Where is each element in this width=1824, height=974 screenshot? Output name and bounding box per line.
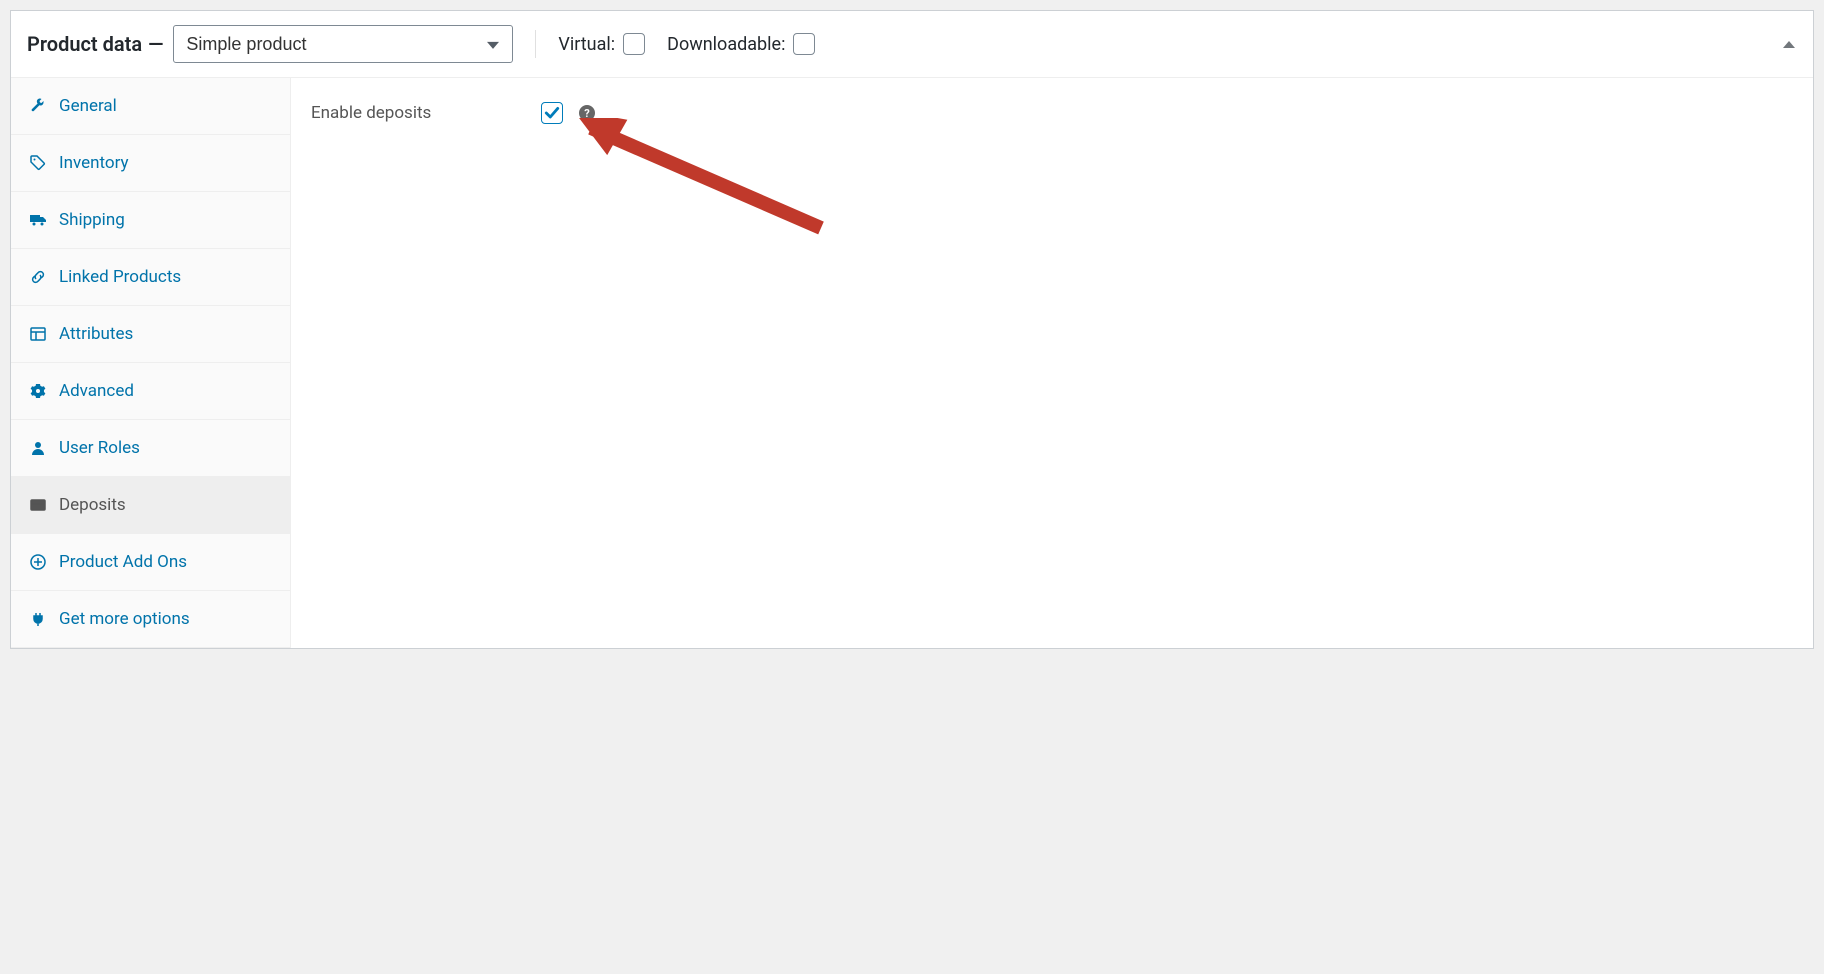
tab-get-more-options[interactable]: Get more options bbox=[11, 591, 290, 648]
downloadable-checkbox[interactable] bbox=[793, 33, 815, 55]
annotation-arrow bbox=[571, 118, 831, 268]
collapse-toggle[interactable] bbox=[1777, 32, 1801, 56]
downloadable-label: Downloadable: bbox=[667, 34, 785, 55]
tab-label: Inventory bbox=[59, 153, 129, 173]
tag-icon bbox=[29, 154, 47, 172]
plug-icon bbox=[29, 610, 47, 628]
truck-icon bbox=[29, 211, 47, 229]
enable-deposits-row: Enable deposits ? bbox=[311, 102, 1793, 124]
tab-label: Deposits bbox=[59, 495, 126, 515]
tab-inventory[interactable]: Inventory bbox=[11, 135, 290, 192]
tab-advanced[interactable]: Advanced bbox=[11, 363, 290, 420]
tab-user-roles[interactable]: User Roles bbox=[11, 420, 290, 477]
layout-icon bbox=[29, 325, 47, 343]
downloadable-group: Downloadable: bbox=[667, 33, 815, 55]
tab-product-add-ons[interactable]: Product Add Ons bbox=[11, 534, 290, 591]
virtual-checkbox[interactable] bbox=[623, 33, 645, 55]
tab-label: User Roles bbox=[59, 438, 140, 458]
tab-label: Shipping bbox=[59, 210, 125, 230]
enable-deposits-label: Enable deposits bbox=[311, 103, 531, 123]
product-type-select-wrap: Simple product bbox=[173, 25, 513, 63]
virtual-group: Virtual: bbox=[558, 33, 645, 55]
card-icon bbox=[29, 496, 47, 514]
tab-deposits[interactable]: Deposits bbox=[11, 477, 290, 534]
tab-label: Product Add Ons bbox=[59, 552, 187, 572]
link-icon bbox=[29, 268, 47, 286]
metabox-header: Product data — Simple product Virtual: D… bbox=[11, 11, 1813, 78]
header-divider bbox=[535, 30, 536, 58]
tab-label: Get more options bbox=[59, 609, 190, 629]
deposits-panel: Enable deposits ? bbox=[291, 78, 1813, 648]
user-icon bbox=[29, 439, 47, 457]
tab-label: Linked Products bbox=[59, 267, 181, 287]
metabox-title: Product data bbox=[27, 32, 142, 56]
tab-attributes[interactable]: Attributes bbox=[11, 306, 290, 363]
tab-shipping[interactable]: Shipping bbox=[11, 192, 290, 249]
tab-label: Advanced bbox=[59, 381, 134, 401]
tab-label: Attributes bbox=[59, 324, 133, 344]
virtual-label: Virtual: bbox=[558, 34, 615, 55]
tab-general[interactable]: General bbox=[11, 78, 290, 135]
wrench-icon bbox=[29, 97, 47, 115]
title-dash: — bbox=[148, 32, 163, 56]
plus-circle-icon bbox=[29, 553, 47, 571]
tab-label: General bbox=[59, 96, 117, 116]
metabox-body: General Inventory Shipping Linked Produc… bbox=[11, 78, 1813, 648]
product-data-tabs: General Inventory Shipping Linked Produc… bbox=[11, 78, 291, 648]
help-tip-icon[interactable]: ? bbox=[579, 105, 595, 121]
product-data-metabox: Product data — Simple product Virtual: D… bbox=[10, 10, 1814, 649]
gear-icon bbox=[29, 382, 47, 400]
enable-deposits-checkbox[interactable] bbox=[541, 102, 563, 124]
tab-linked-products[interactable]: Linked Products bbox=[11, 249, 290, 306]
product-type-select[interactable]: Simple product bbox=[173, 25, 513, 63]
